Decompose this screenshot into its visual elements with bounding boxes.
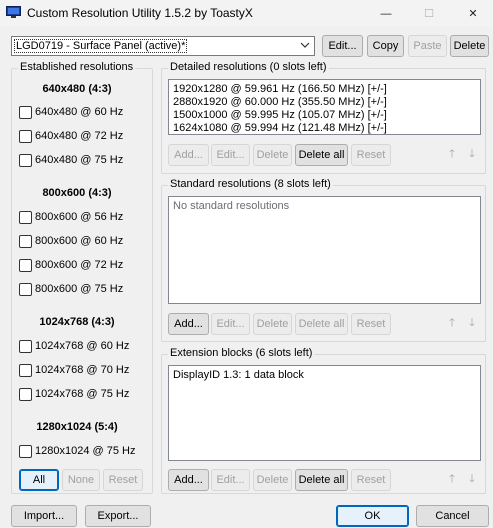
- display-copy-button[interactable]: Copy: [367, 35, 404, 57]
- detailed-title: Detailed resolutions (0 slots left): [168, 61, 329, 73]
- minimize-button[interactable]: —: [368, 0, 404, 27]
- detailed-list[interactable]: 1920x1280 @ 59.961 Hz (166.50 MHz) [+/-]…: [168, 79, 481, 135]
- select-none-button[interactable]: None: [62, 469, 100, 491]
- detailed-move-up-button[interactable]: 🡑: [443, 145, 461, 163]
- minimize-icon: —: [380, 7, 392, 20]
- detailed-list-item[interactable]: 2880x1920 @ 60.000 Hz (355.50 MHz) [+/-]: [173, 96, 387, 108]
- ok-button[interactable]: OK: [336, 505, 409, 527]
- extension-move-down-button[interactable]: 🡓: [463, 470, 481, 488]
- standard-empty-text: No standard resolutions: [173, 200, 290, 212]
- detailed-add-button[interactable]: Add...: [168, 144, 209, 166]
- detailed-edit-button[interactable]: Edit...: [211, 144, 250, 166]
- maximize-icon: ☐: [424, 8, 434, 20]
- extension-reset-button[interactable]: Reset: [351, 469, 391, 491]
- standard-delete-button[interactable]: Delete: [253, 313, 292, 335]
- extension-list[interactable]: DisplayID 1.3: 1 data block: [168, 365, 481, 461]
- import-button[interactable]: Import...: [11, 505, 77, 527]
- section-800x600: 800x600 (4:3): [42, 187, 112, 199]
- checkbox-1024x768-75[interactable]: [19, 388, 32, 401]
- arrow-up-icon: 🡑: [449, 472, 455, 485]
- detailed-delete-all-button[interactable]: Delete all: [295, 144, 348, 166]
- display-select-value: LGD0719 - Surface Panel (active)*: [14, 39, 188, 53]
- detailed-list-item[interactable]: 1920x1280 @ 59.961 Hz (166.50 MHz) [+/-]: [173, 83, 387, 95]
- maximize-button[interactable]: ☐: [411, 0, 447, 27]
- standard-move-up-button[interactable]: 🡑: [443, 314, 461, 332]
- checkbox-label: 1280x1024 @ 75 Hz: [35, 445, 136, 457]
- app-monitor-icon: [6, 6, 21, 19]
- arrow-up-icon: 🡑: [449, 147, 455, 160]
- cancel-button[interactable]: Cancel: [416, 505, 489, 527]
- window-title: Custom Resolution Utility 1.5.2 by Toast…: [27, 6, 253, 20]
- standard-list[interactable]: No standard resolutions: [168, 196, 481, 304]
- chevron-down-icon: [300, 40, 310, 53]
- standard-edit-button[interactable]: Edit...: [211, 313, 250, 335]
- established-title: Established resolutions: [18, 61, 136, 73]
- checkbox-label: 800x600 @ 60 Hz: [35, 235, 124, 247]
- arrow-down-icon: 🡓: [469, 147, 475, 160]
- checkbox-1024x768-60[interactable]: [19, 340, 32, 353]
- checkbox-label: 640x480 @ 72 Hz: [35, 130, 124, 142]
- export-button[interactable]: Export...: [85, 505, 151, 527]
- checkbox-label: 800x600 @ 72 Hz: [35, 259, 124, 271]
- extension-edit-button[interactable]: Edit...: [211, 469, 250, 491]
- close-button[interactable]: ✕: [455, 0, 491, 27]
- checkbox-1024x768-70[interactable]: [19, 364, 32, 377]
- checkbox-640x480-60[interactable]: [19, 106, 32, 119]
- extension-list-item[interactable]: DisplayID 1.3: 1 data block: [173, 369, 304, 381]
- extension-add-button[interactable]: Add...: [168, 469, 209, 491]
- detailed-delete-button[interactable]: Delete: [253, 144, 292, 166]
- arrow-up-icon: 🡑: [449, 316, 455, 329]
- section-1280x1024: 1280x1024 (5:4): [36, 421, 118, 433]
- arrow-down-icon: 🡓: [469, 472, 475, 485]
- extension-move-up-button[interactable]: 🡑: [443, 470, 461, 488]
- checkbox-label: 800x600 @ 75 Hz: [35, 283, 124, 295]
- arrow-down-icon: 🡓: [469, 316, 475, 329]
- section-1024x768: 1024x768 (4:3): [39, 316, 115, 328]
- checkbox-label: 800x600 @ 56 Hz: [35, 211, 124, 223]
- checkbox-800x600-72[interactable]: [19, 259, 32, 272]
- checkbox-label: 640x480 @ 75 Hz: [35, 154, 124, 166]
- checkbox-label: 1024x768 @ 60 Hz: [35, 340, 130, 352]
- checkbox-640x480-72[interactable]: [19, 130, 32, 143]
- standard-reset-button[interactable]: Reset: [351, 313, 391, 335]
- display-delete-button[interactable]: Delete: [450, 35, 489, 57]
- checkbox-1280x1024-75[interactable]: [19, 445, 32, 458]
- extension-title: Extension blocks (6 slots left): [168, 347, 315, 359]
- extension-delete-button[interactable]: Delete: [253, 469, 292, 491]
- standard-move-down-button[interactable]: 🡓: [463, 314, 481, 332]
- standard-title: Standard resolutions (8 slots left): [168, 178, 333, 190]
- close-icon: ✕: [468, 8, 478, 20]
- display-paste-button[interactable]: Paste: [408, 35, 447, 57]
- checkbox-label: 1024x768 @ 75 Hz: [35, 388, 130, 400]
- display-select[interactable]: LGD0719 - Surface Panel (active)*: [11, 36, 315, 56]
- checkbox-label: 640x480 @ 60 Hz: [35, 106, 124, 118]
- checkbox-640x480-75[interactable]: [19, 154, 32, 167]
- extension-delete-all-button[interactable]: Delete all: [295, 469, 348, 491]
- display-edit-button[interactable]: Edit...: [322, 35, 363, 57]
- checkbox-800x600-60[interactable]: [19, 235, 32, 248]
- checkbox-800x600-56[interactable]: [19, 211, 32, 224]
- section-640x480: 640x480 (4:3): [42, 83, 112, 95]
- checkbox-800x600-75[interactable]: [19, 283, 32, 296]
- detailed-move-down-button[interactable]: 🡓: [463, 145, 481, 163]
- checkbox-label: 1024x768 @ 70 Hz: [35, 364, 130, 376]
- standard-add-button[interactable]: Add...: [168, 313, 209, 335]
- detailed-reset-button[interactable]: Reset: [351, 144, 391, 166]
- reset-established-button[interactable]: Reset: [103, 469, 143, 491]
- standard-delete-all-button[interactable]: Delete all: [295, 313, 348, 335]
- select-all-button[interactable]: All: [19, 469, 59, 491]
- detailed-list-item[interactable]: 1624x1080 @ 59.994 Hz (121.48 MHz) [+/-]: [173, 122, 387, 134]
- detailed-list-item[interactable]: 1500x1000 @ 59.995 Hz (105.07 MHz) [+/-]: [173, 109, 387, 121]
